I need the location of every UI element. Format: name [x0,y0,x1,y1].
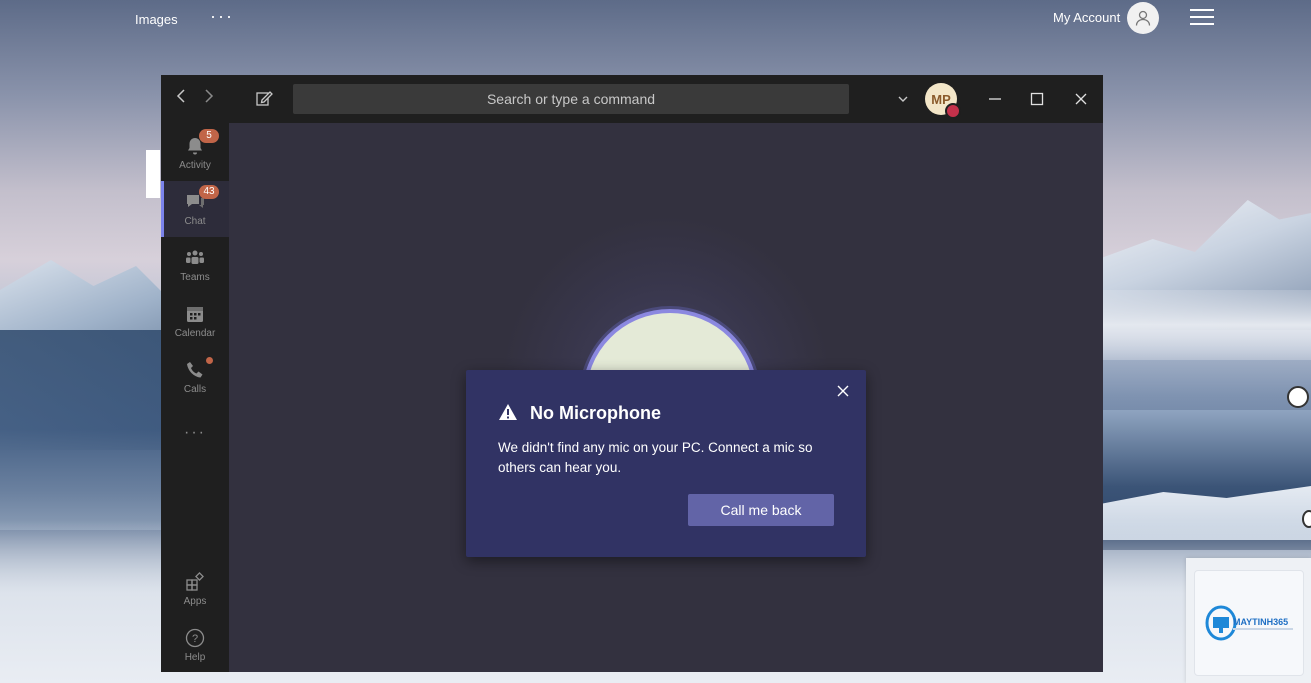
maximize-icon[interactable] [1025,87,1049,111]
compose-icon[interactable] [255,89,275,109]
help-icon: ? [185,628,205,648]
scenery [1100,290,1311,360]
rail-item-label: Activity [179,160,211,171]
forward-arrow-icon[interactable] [199,89,219,109]
dialog-close-icon[interactable] [836,384,852,400]
no-microphone-dialog: No Microphone We didn't find any mic on … [466,370,866,557]
logo-text: MAYTINH365 [1233,617,1288,627]
logo-card-inner: MAYTINH365 [1194,570,1304,676]
more-dots-icon: ··· [184,424,206,441]
activity-badge: 5 [199,129,219,143]
warning-icon [498,403,518,421]
side-tab [146,150,160,198]
chevron-down-icon[interactable] [895,89,911,109]
rail-item-teams[interactable]: Teams [161,237,229,293]
chat-badge: 43 [199,185,219,199]
close-icon[interactable] [1069,87,1093,111]
dialog-title: No Microphone [530,403,661,423]
rail-item-calendar[interactable]: Calendar [161,293,229,349]
svg-text:?: ? [192,633,198,645]
call-me-back-button[interactable]: Call me back [688,494,834,526]
back-arrow-icon[interactable] [171,89,191,109]
calls-dot-badge [206,357,213,364]
side-widget-icon[interactable] [1302,510,1311,528]
rail-item-more[interactable]: ··· [161,405,229,461]
rail-item-calls[interactable]: Calls [161,349,229,405]
menu-icon[interactable] [1190,9,1214,27]
desktop-background: Images ··· My Account Search or type a c… [0,0,1311,683]
maytinh365-logo: MAYTINH365 [1205,605,1293,641]
calendar-icon [187,307,203,322]
rail-item-help[interactable]: ? Help [161,617,229,673]
rail-item-label: Calls [183,384,207,395]
account-avatar[interactable] [1127,2,1159,34]
minimize-icon[interactable] [983,87,1007,111]
person-icon [1135,10,1151,26]
rail-item-activity[interactable]: Activity 5 [161,125,229,181]
rail-item-label: Chat [184,216,206,227]
my-account-link[interactable]: My Account [1053,10,1120,25]
logo-widget: MAYTINH365 [1186,558,1311,683]
images-link[interactable]: Images [135,12,178,27]
teams-icon [186,250,204,264]
rail-item-chat[interactable]: Chat 43 [161,181,229,237]
rail-item-label: Teams [180,272,210,283]
scroll-widget-icon[interactable] [1287,386,1309,408]
rail-item-label: Calendar [174,328,216,339]
more-options-button[interactable]: ··· [210,6,234,27]
dialog-message: We didn't find any mic on your PC. Conne… [498,440,813,475]
presence-busy-icon [945,103,961,119]
phone-icon [187,362,203,378]
app-rail: Activity 5 Chat 43 Teams Calendar Calls … [161,123,229,672]
title-bar: Search or type a command MP [161,75,1103,123]
rail-item-label: Help [184,652,206,663]
scenery [0,330,170,530]
apps-icon [186,572,204,591]
rail-item-label: Apps [183,596,207,607]
rail-item-apps[interactable]: Apps [161,561,229,617]
search-input[interactable]: Search or type a command [293,84,849,114]
